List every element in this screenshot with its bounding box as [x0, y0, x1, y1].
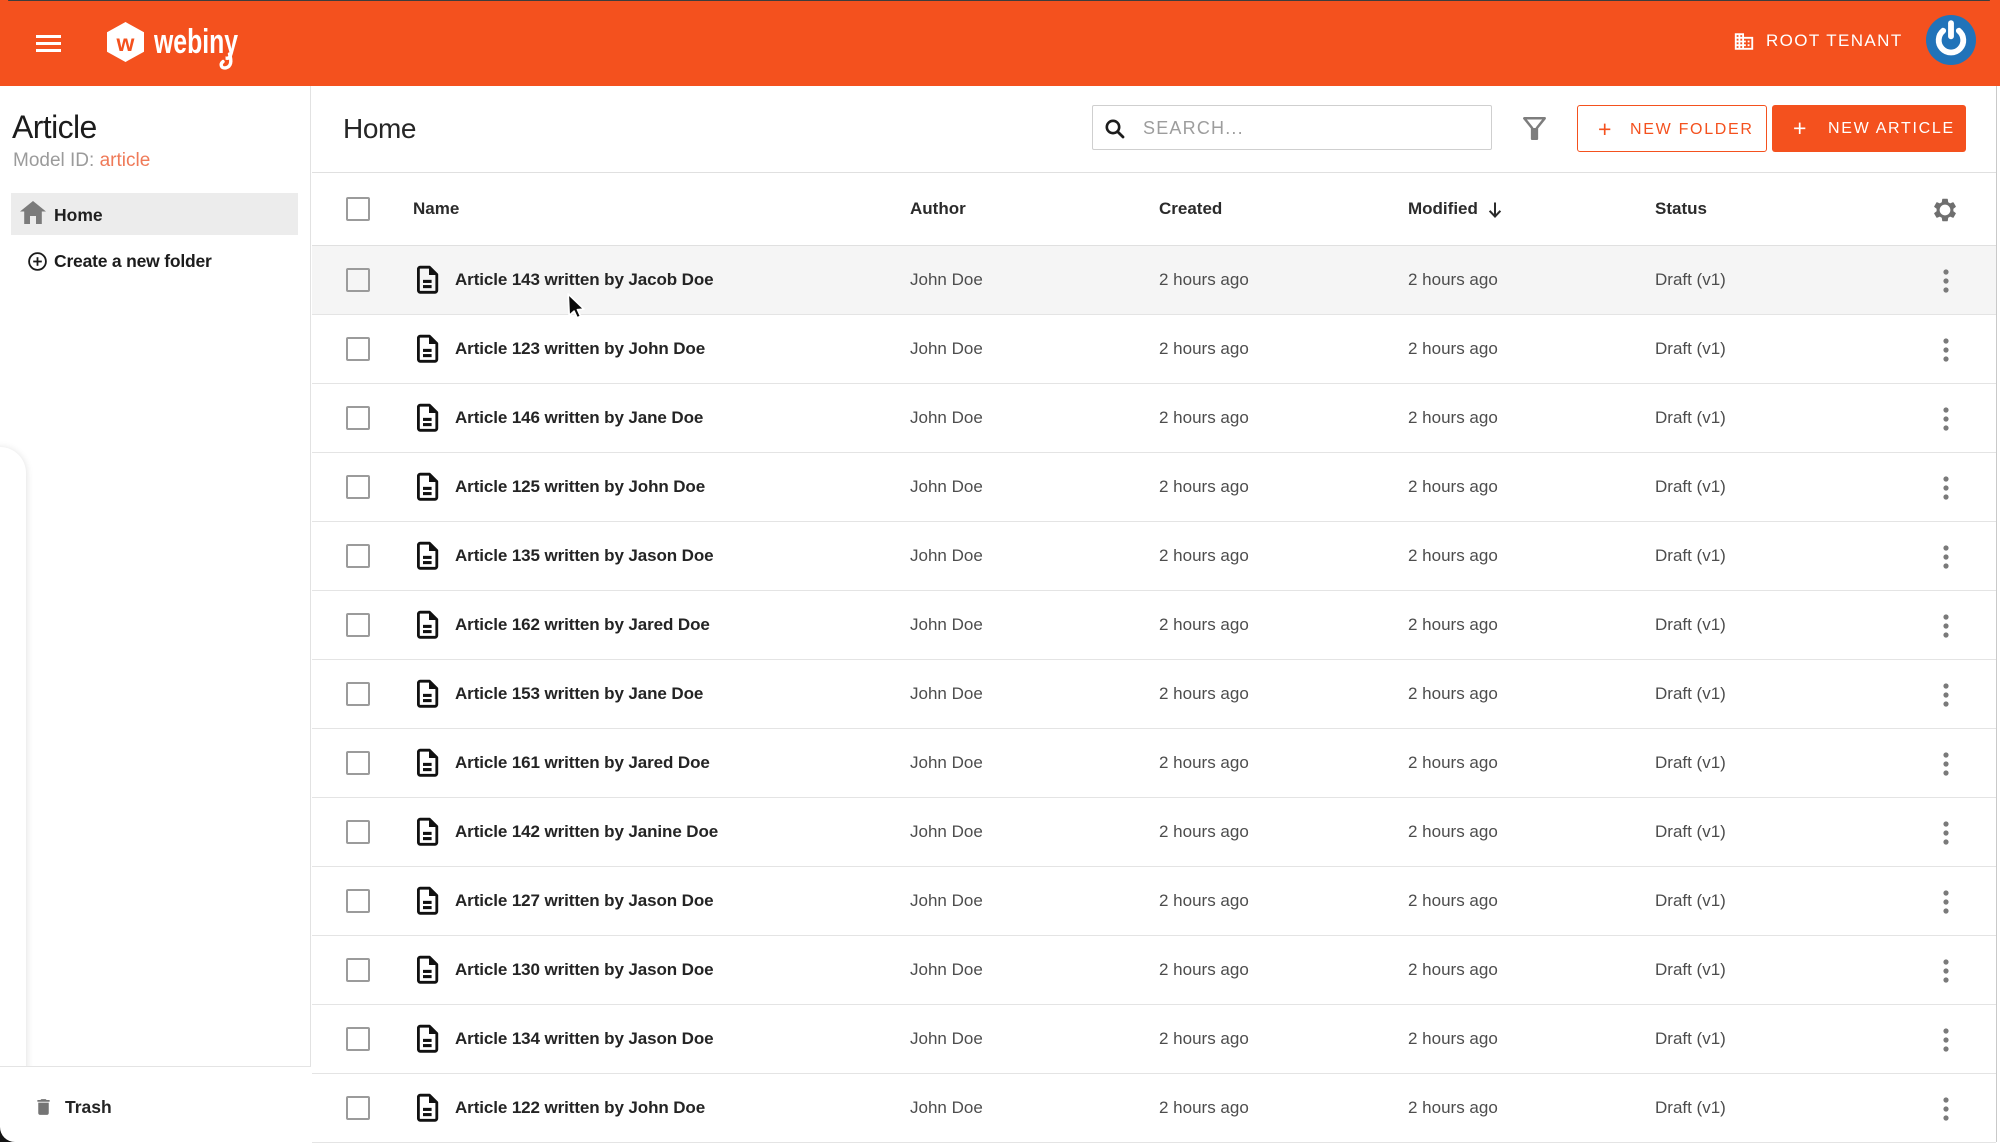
svg-text:webiny: webiny	[154, 23, 238, 61]
